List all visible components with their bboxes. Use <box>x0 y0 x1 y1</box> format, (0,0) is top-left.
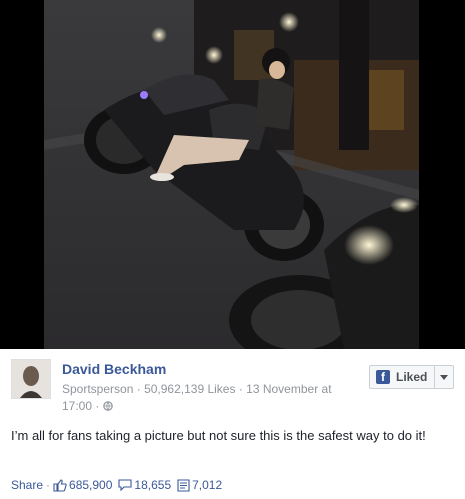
post-photo[interactable] <box>44 0 419 349</box>
facebook-icon: f <box>376 370 390 384</box>
globe-icon <box>102 399 113 413</box>
post-meta: Sportsperson · 50,962,139 Likes · 13 Nov… <box>62 381 362 415</box>
post-footer: Share · 685,900 18,655 7,012 <box>11 478 228 492</box>
shares-stat[interactable]: 7,012 <box>177 478 222 492</box>
share-link[interactable]: Share <box>11 478 43 492</box>
chevron-down-icon[interactable] <box>434 366 453 388</box>
comments-stat[interactable]: 18,655 <box>118 478 171 492</box>
page-likes-count[interactable]: 50,962,139 Likes <box>144 382 235 396</box>
post-caption: I’m all for fans taking a picture but no… <box>11 428 426 443</box>
likes-count: 685,900 <box>69 478 113 492</box>
like-thumb-icon <box>53 478 67 492</box>
page-category[interactable]: Sportsperson <box>62 382 133 396</box>
comments-count: 18,655 <box>134 478 172 492</box>
comment-icon <box>118 479 132 491</box>
meta-separator: · <box>95 399 103 413</box>
page-name[interactable]: David Beckham <box>62 361 166 377</box>
footer-separator: · <box>46 478 51 492</box>
scooter-photo-image <box>44 0 419 349</box>
likes-stat[interactable]: 685,900 <box>53 478 112 492</box>
post-header: David Beckham Sportsperson · 50,962,139 … <box>0 349 465 413</box>
liked-label: Liked <box>396 370 428 384</box>
page-avatar[interactable] <box>11 359 51 399</box>
share-icon <box>177 478 190 492</box>
shares-count: 7,012 <box>192 478 223 492</box>
meta-separator: · <box>136 382 145 396</box>
post-photo-frame <box>0 0 465 349</box>
liked-main[interactable]: f Liked <box>370 366 436 388</box>
liked-button[interactable]: f Liked <box>369 365 454 389</box>
avatar-image <box>12 360 50 398</box>
